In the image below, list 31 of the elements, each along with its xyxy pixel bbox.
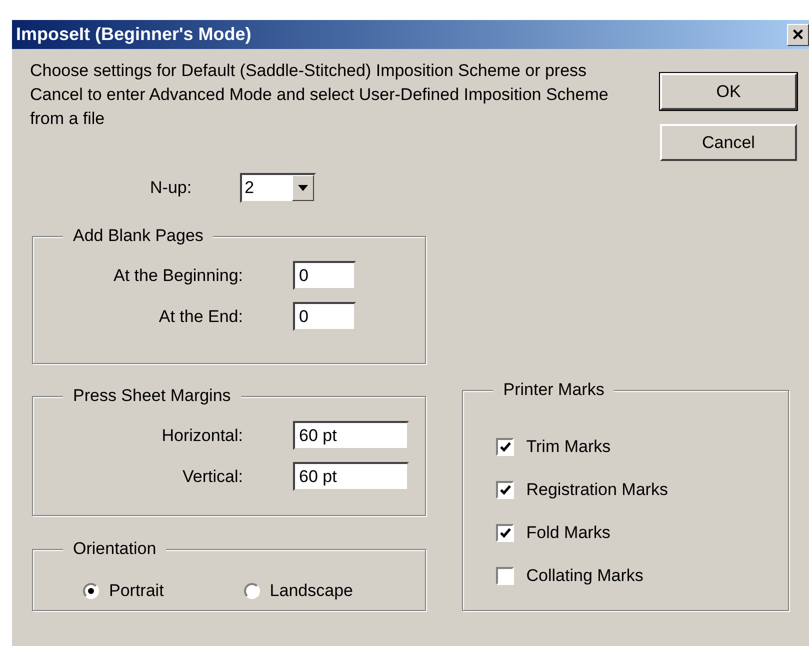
text-field[interactable]: 0: [293, 261, 356, 290]
checkbox[interactable]: [496, 524, 514, 542]
dialog-button[interactable]: OK: [660, 73, 797, 110]
checkbox[interactable]: [496, 481, 514, 499]
dialog-button[interactable]: Cancel: [660, 124, 797, 161]
checkbox-label: Fold Marks: [526, 522, 610, 544]
text-field[interactable]: 60 pt: [293, 462, 409, 491]
checkmark-icon: [500, 528, 511, 538]
radio-label: Landscape: [270, 580, 353, 602]
radio-button[interactable]: [244, 583, 260, 599]
dropdown-arrow-icon: [298, 185, 308, 191]
n-up-dropdown[interactable]: 2: [240, 173, 316, 203]
text-field[interactable]: 0: [293, 302, 356, 331]
field-label: At the End:: [158, 306, 243, 328]
checkmark-icon: [500, 442, 511, 452]
radio-button[interactable]: [83, 583, 99, 599]
radio-label: Portrait: [109, 580, 164, 602]
text-field[interactable]: 60 pt: [293, 421, 409, 450]
checkbox[interactable]: [496, 438, 514, 456]
checkbox-label: Registration Marks: [526, 479, 668, 502]
checkbox-label: Trim Marks: [526, 436, 611, 458]
n-up-label: N-up:: [150, 177, 192, 200]
window-title: ImposeIt (Beginner's Mode): [16, 23, 252, 46]
checkbox-label: Collating Marks: [526, 565, 644, 588]
field-label: At the Beginning:: [112, 264, 243, 287]
close-button[interactable]: ×: [787, 24, 809, 46]
checkbox[interactable]: [496, 567, 514, 585]
checkmark-icon: [500, 485, 511, 495]
instructions-text: Choose settings for Default (Saddle-Stitched) Imposition Scheme or press Cancel to enter Advanced Mode and select User-Defined Imposition Scheme from a file: [30, 60, 610, 130]
field-label: Vertical:: [182, 466, 243, 488]
field-label: Horizontal:: [160, 424, 243, 447]
